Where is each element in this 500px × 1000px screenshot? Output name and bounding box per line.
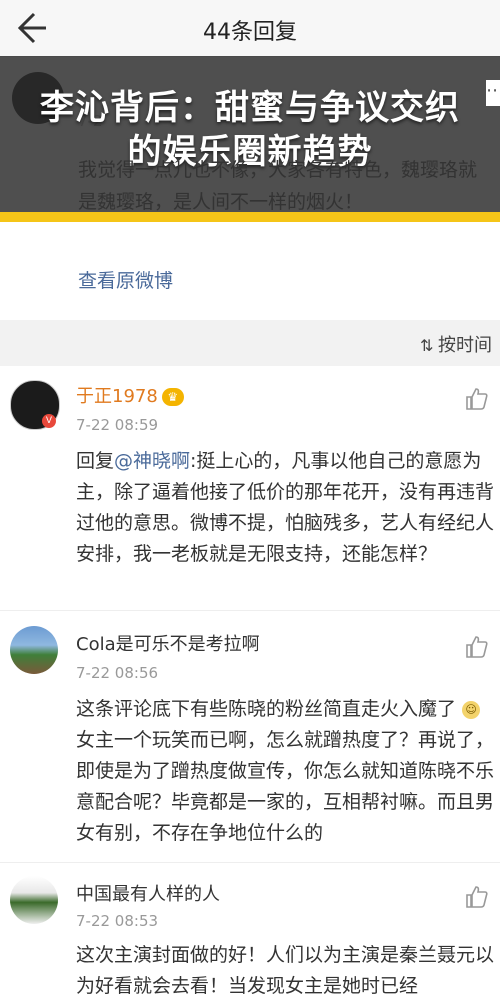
comment-body-continued: 女主一个玩笑而已啊，怎么就蹭热度了？再说了，即使是为了蹭热度做宣传，你怎么就知道… bbox=[76, 729, 495, 844]
sort-by-time-button[interactable]: ⇅ 按时间 bbox=[420, 331, 492, 357]
commenter-name-text: 于正1978 bbox=[76, 386, 158, 407]
avatar[interactable] bbox=[10, 876, 58, 924]
comment-text: 回复@神晓啊:挺上心的，凡事以他自己的意愿为主，除了逼着他接了低价的那年花开，没… bbox=[76, 446, 494, 570]
thumbs-up-icon[interactable] bbox=[464, 884, 490, 910]
view-original-link[interactable]: 查看原微博 bbox=[78, 266, 173, 293]
thumbs-up-icon[interactable] bbox=[464, 634, 490, 660]
sort-icon: ⇅ bbox=[420, 336, 434, 355]
comment-text: 这条评论底下有些陈晓的粉丝简直走火入魔了 ☺ 女主一个玩笑而已啊，怎么就蹭热度了？… bbox=[76, 694, 494, 849]
comment-date: 7-22 08:59 bbox=[76, 416, 159, 434]
commenter-name[interactable]: 中国最有人样的人 bbox=[76, 880, 220, 906]
commenter-name[interactable]: Cola是可乐不是考拉啊 bbox=[76, 630, 260, 656]
original-post-text: 我觉得一点儿也不像，大家各有特色，魏璎珞就是魏璎珞，是人间不一样的烟火！ bbox=[78, 159, 478, 213]
comment-divider bbox=[0, 862, 500, 863]
emoji-icon: ☺ bbox=[462, 700, 481, 719]
avatar[interactable] bbox=[10, 626, 58, 674]
mention-link[interactable]: @神晓啊 bbox=[114, 450, 190, 472]
crown-icon: ♛ bbox=[161, 388, 184, 406]
comment-date: 7-22 08:56 bbox=[76, 664, 159, 682]
sort-label: 按时间 bbox=[438, 335, 492, 356]
banner-title-line-1: 李沁背后：甜蜜与争议交织 bbox=[40, 88, 460, 128]
more-icon[interactable]: ⋯ bbox=[486, 80, 500, 106]
reply-prefix: 回复 bbox=[76, 450, 115, 472]
verified-v-icon: V bbox=[42, 414, 56, 428]
comment-text: 这次主演封面做的好！人们以为主演是秦兰聂元以为好看就会去看！当发现女主是她时已经 bbox=[76, 944, 494, 997]
top-bar: 44条回复 bbox=[0, 0, 500, 57]
comment-body: 这条评论底下有些陈晓的粉丝简直走火入魔了 bbox=[76, 698, 457, 720]
comment-date: 7-22 08:53 bbox=[76, 912, 159, 930]
comment-divider bbox=[0, 610, 500, 611]
thumbs-up-icon[interactable] bbox=[464, 386, 490, 412]
commenter-name[interactable]: 于正1978 ♛ bbox=[76, 382, 184, 408]
page-title: 44条回复 bbox=[203, 20, 297, 45]
